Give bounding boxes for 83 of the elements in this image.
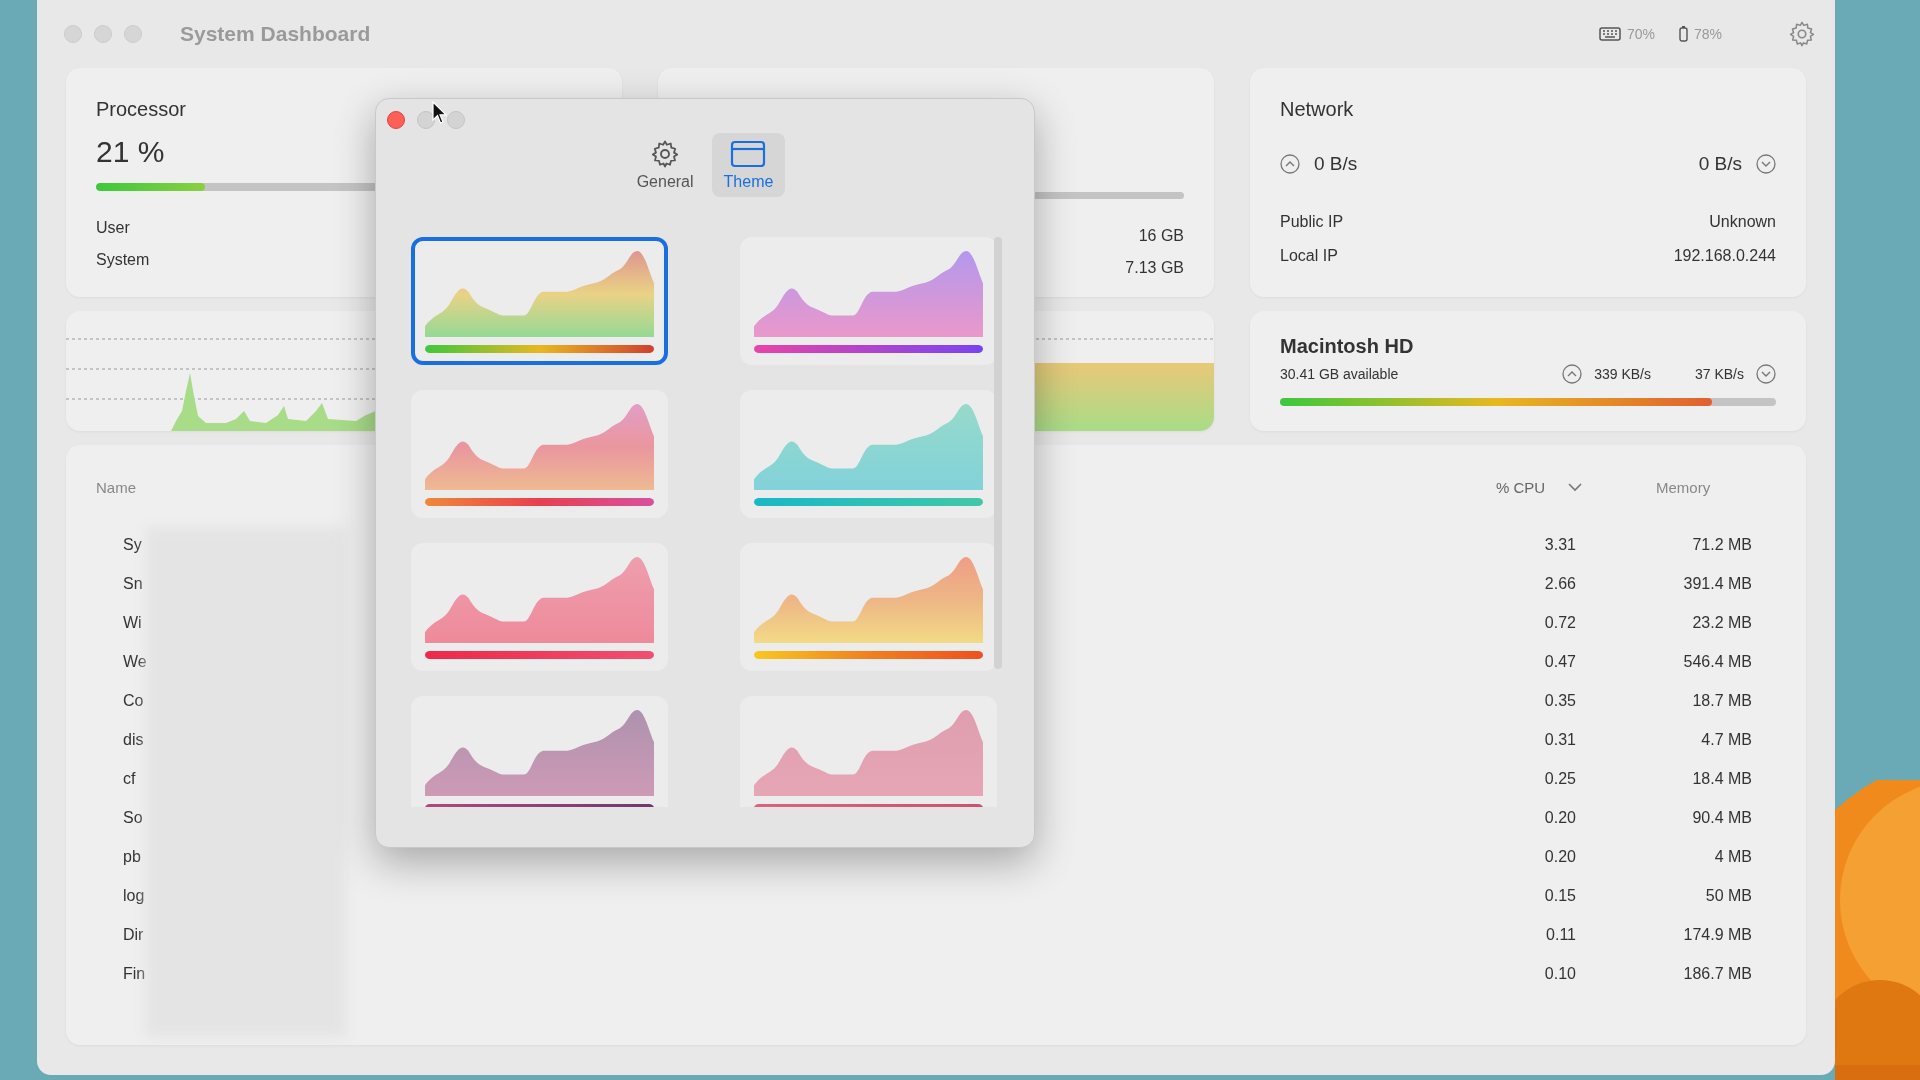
card-title: Processor <box>96 98 187 121</box>
table-cell-text: 0.72 <box>1543 613 1576 632</box>
table-cell-text: 3.31 <box>1543 535 1576 554</box>
status-reading: 78% <box>1693 26 1722 42</box>
window-icon <box>730 139 767 169</box>
table-cell-text: 0.31 <box>1543 730 1576 749</box>
table-cell-text: 18.4 MB <box>1691 769 1752 788</box>
table-cell-text: 0.47 <box>1543 652 1576 671</box>
table-cell-text: 0.20 <box>1543 847 1576 866</box>
row-label: User <box>96 219 130 237</box>
row-label: Public IP <box>1280 213 1344 231</box>
table-cell-text: 4 MB <box>1713 847 1752 866</box>
settings-icon[interactable] <box>1788 20 1816 48</box>
table-cell-text: 174.9 MB <box>1682 925 1752 944</box>
settings-tab[interactable]: General <box>624 133 706 197</box>
theme-option[interactable] <box>411 390 668 518</box>
theme-option[interactable] <box>740 696 997 807</box>
theme-option[interactable] <box>411 696 668 807</box>
table-cell-text: 546.4 MB <box>1682 652 1752 671</box>
table-cell-text: 71.2 MB <box>1691 535 1752 554</box>
download-speed: 0 B/s <box>1698 153 1742 175</box>
scrollbar[interactable] <box>994 237 1002 669</box>
table-cell-text: 0.11 <box>1545 925 1576 944</box>
table-cell: Wi <box>123 613 142 632</box>
settings-tab[interactable]: Theme <box>711 133 786 197</box>
table-cell: dis <box>123 730 144 749</box>
row-value: Unknown <box>1709 213 1776 231</box>
status-reading: 70% <box>1626 26 1655 42</box>
card-title: Macintosh HD <box>1280 335 1414 358</box>
disk-available: 30.41 GB available <box>1280 366 1399 382</box>
row-value: 16 GB <box>1138 227 1184 245</box>
column-header[interactable]: Memory <box>1656 478 1711 496</box>
write-icon <box>1756 364 1776 384</box>
table-cell-text: 90.4 MB <box>1691 808 1752 827</box>
cpu-usage: 21 % <box>96 135 166 169</box>
table-cell: cf <box>123 769 136 788</box>
write-speed: 37 KB/s <box>1694 366 1744 382</box>
row-label: Local IP <box>1280 247 1338 265</box>
table-cell: Sy <box>123 535 142 554</box>
read-speed: 339 KB/s <box>1594 366 1651 382</box>
minimize-button[interactable] <box>417 111 435 129</box>
table-cell-text: 0.15 <box>1543 886 1576 905</box>
table-cell-text: 391.4 MB <box>1682 574 1752 593</box>
theme-option[interactable] <box>411 543 668 671</box>
table-cell: Dir <box>123 925 144 944</box>
table-cell: Fin <box>123 964 146 983</box>
read-icon <box>1562 364 1583 384</box>
table-cell-text: 23.2 MB <box>1691 613 1752 632</box>
keyboard-icon <box>1598 27 1621 41</box>
table-cell-text: 0.35 <box>1543 691 1576 710</box>
theme-option[interactable] <box>740 543 997 671</box>
column-header[interactable]: % CPU <box>1496 478 1546 496</box>
table-cell: Sn <box>123 574 143 593</box>
table-cell: So <box>123 808 143 827</box>
upload-icon <box>1280 154 1300 174</box>
upload-speed: 0 B/s <box>1314 153 1358 175</box>
table-cell: We <box>123 652 147 671</box>
table-cell: pb <box>123 847 141 866</box>
window-title: System Dashboard <box>180 22 371 46</box>
table-cell-text: 50 MB <box>1704 886 1752 905</box>
download-icon <box>1756 154 1776 174</box>
table-cell: Co <box>123 691 144 710</box>
battery-icon <box>1678 26 1688 42</box>
table-cell-text: 0.10 <box>1543 964 1576 983</box>
row-value: 192.168.0.244 <box>1673 247 1776 265</box>
table-cell: log <box>123 886 145 905</box>
table-cell-text: 0.20 <box>1543 808 1576 827</box>
card-title: Network <box>1280 98 1354 121</box>
table-cell-text: 186.7 MB <box>1682 964 1752 983</box>
row-label: System <box>96 251 150 269</box>
gear-icon <box>650 139 681 169</box>
row-value: 7.13 GB <box>1125 259 1184 277</box>
table-cell-text: 4.7 MB <box>1700 730 1752 749</box>
close-button[interactable] <box>387 111 405 129</box>
table-cell-text: 2.66 <box>1543 574 1576 593</box>
sort-caret-icon[interactable] <box>1567 482 1584 492</box>
table-cell-text: 0.25 <box>1543 769 1576 788</box>
theme-option[interactable] <box>740 390 997 518</box>
mouse-cursor-icon <box>432 101 448 125</box>
theme-option[interactable] <box>740 237 997 365</box>
table-cell-text: 18.7 MB <box>1691 691 1752 710</box>
column-header[interactable]: Name <box>96 478 136 496</box>
theme-option[interactable] <box>411 237 668 365</box>
